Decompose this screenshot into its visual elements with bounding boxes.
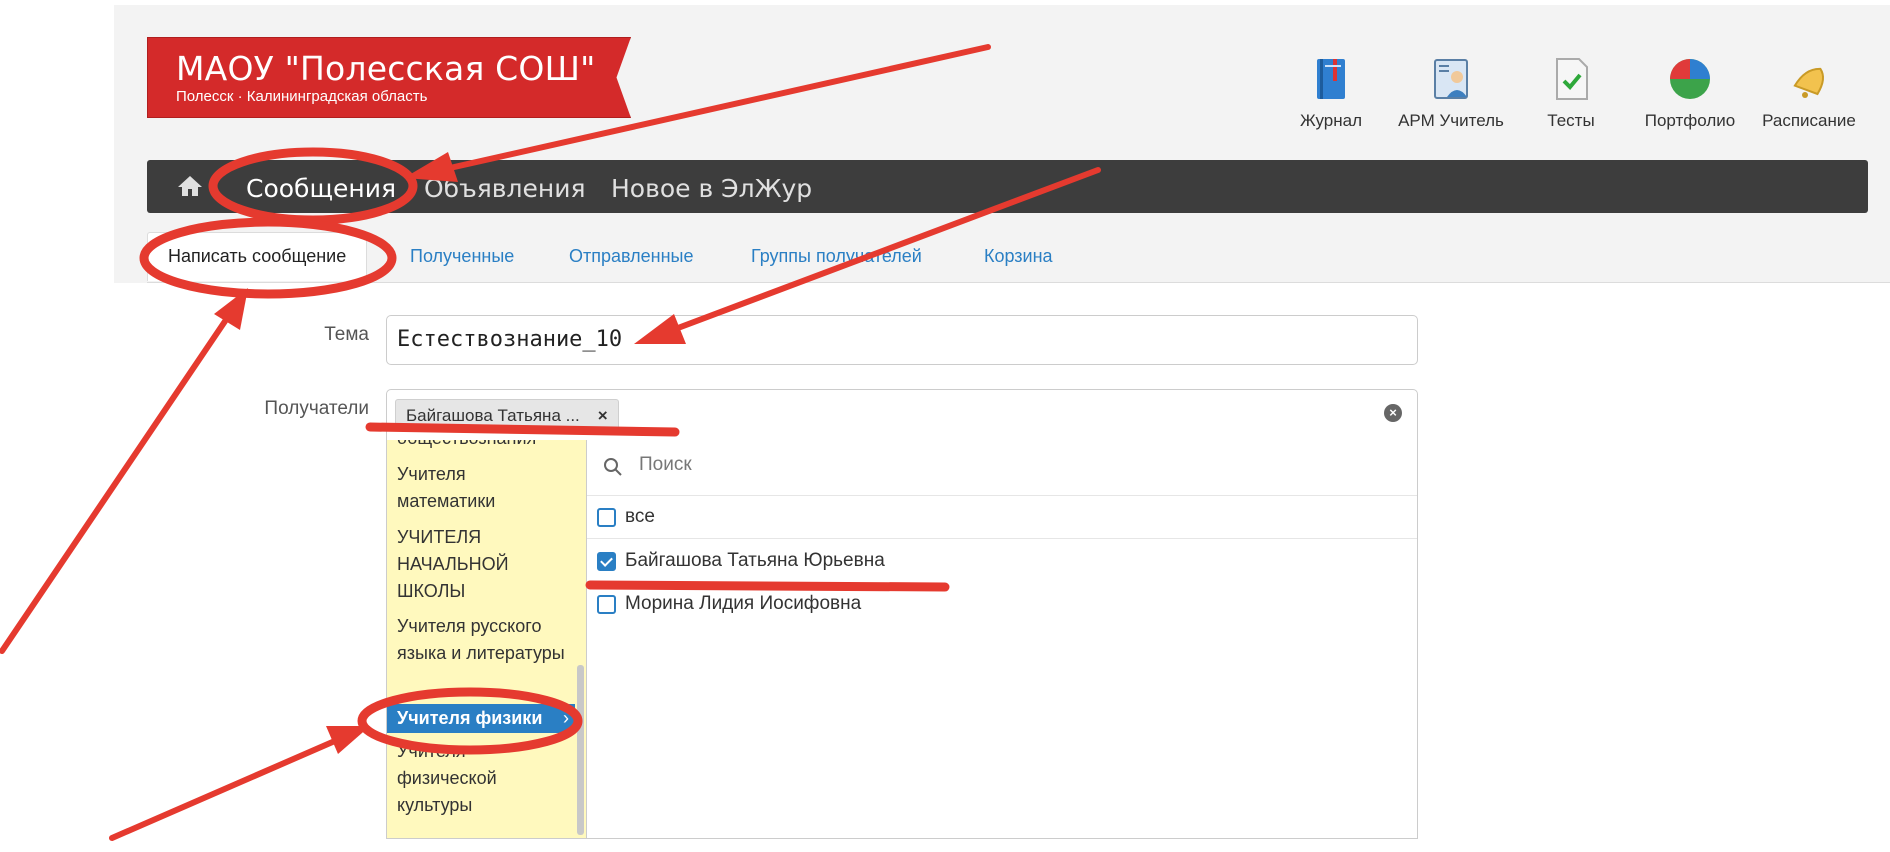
tab-trash[interactable]: Корзина [984, 246, 1053, 267]
search-row [587, 440, 1417, 496]
subject-input[interactable]: Естествознание_10 [386, 315, 1418, 365]
tab-compose[interactable]: Написать сообщение [147, 232, 368, 281]
checkbox[interactable] [597, 508, 616, 527]
divider [587, 538, 1417, 539]
school-name: МАОУ "Полесская СОШ" [176, 49, 596, 88]
quick-link-label: Расписание [1762, 111, 1856, 130]
message-subtabs: Написать сообщение Полученные Отправленн… [147, 232, 1890, 283]
portfolio-pie-icon [1670, 59, 1710, 99]
group-item[interactable]: обществознания [397, 440, 567, 449]
tab-received[interactable]: Полученные [410, 246, 514, 267]
recipients-label: Получатели [264, 398, 369, 419]
scrollbar[interactable] [575, 440, 586, 838]
option-label: Байгашова Татьяна Юрьевна [625, 550, 885, 571]
group-item[interactable]: Учителя математики [397, 461, 567, 515]
nav-item-whats-new[interactable]: Новое в ЭлЖур [611, 174, 812, 203]
group-item-label: Учителя физики [397, 708, 543, 728]
checkbox-checked[interactable] [597, 552, 616, 571]
quick-link-teacher[interactable]: АРМ Учитель [1396, 55, 1506, 131]
recipient-chip-label: Байгашова Татьяна ... [406, 406, 580, 425]
chip-remove-icon[interactable]: × [598, 406, 608, 425]
school-banner[interactable]: МАОУ "Полесская СОШ" Полесск · Калинингр… [147, 37, 631, 118]
group-list: обществознания Учителя математики УЧИТЕЛ… [387, 440, 587, 838]
quick-link-tests[interactable]: Тесты [1516, 55, 1626, 131]
quick-link-schedule[interactable]: Расписание [1754, 55, 1864, 131]
nav-item-announcements[interactable]: Объявления [424, 174, 586, 203]
option-label: Морина Лидия Иосифовна [625, 593, 862, 614]
annotation-arrow [0, 302, 239, 654]
teacher-workstation-icon [1434, 59, 1468, 99]
quick-link-label: АРМ Учитель [1398, 111, 1504, 130]
quick-link-label: Журнал [1299, 111, 1363, 130]
clear-all-icon[interactable]: × [1384, 404, 1402, 422]
subject-label: Тема [324, 324, 369, 345]
quick-link-journal[interactable]: Журнал [1276, 55, 1386, 131]
search-icon [604, 458, 622, 476]
group-item[interactable]: Учителя русского языка и литературы [397, 613, 567, 667]
group-item-physics[interactable]: Учителя физики › [387, 704, 575, 733]
main-nav: Сообщения Объявления Новое в ЭлЖур [147, 160, 1868, 213]
quick-link-portfolio[interactable]: Портфолио [1635, 55, 1745, 131]
journal-icon [1317, 59, 1345, 99]
bell-icon [1793, 67, 1825, 98]
quick-link-label: Тесты [1547, 111, 1595, 130]
recipient-dropdown: обществознания Учителя математики УЧИТЕЛ… [386, 440, 1418, 839]
option-label: все [625, 506, 655, 527]
tests-icon [1556, 58, 1588, 100]
annotation-arrow [109, 734, 347, 841]
school-location: Полесск · Калининградская область [176, 88, 428, 105]
tab-sent[interactable]: Отправленные [569, 246, 694, 267]
recipient-chip[interactable]: Байгашова Татьяна ... × [395, 399, 619, 431]
checkbox[interactable] [597, 595, 616, 614]
scrollbar-thumb[interactable] [577, 665, 584, 835]
chevron-right-icon: › [563, 708, 569, 728]
group-item[interactable]: Учителя физической культуры [397, 738, 567, 819]
nav-item-messages[interactable]: Сообщения [246, 174, 396, 203]
quick-link-label: Портфолио [1644, 111, 1736, 130]
home-icon[interactable] [177, 174, 203, 198]
arrow-head [326, 726, 370, 754]
tab-recipient-groups[interactable]: Группы получателей [751, 246, 922, 267]
search-input[interactable] [637, 453, 1241, 477]
group-item[interactable]: УЧИТЕЛЯ НАЧАЛЬНОЙ ШКОЛЫ [397, 524, 567, 605]
recipients-field[interactable]: Байгашова Татьяна ... × × [386, 389, 1418, 441]
